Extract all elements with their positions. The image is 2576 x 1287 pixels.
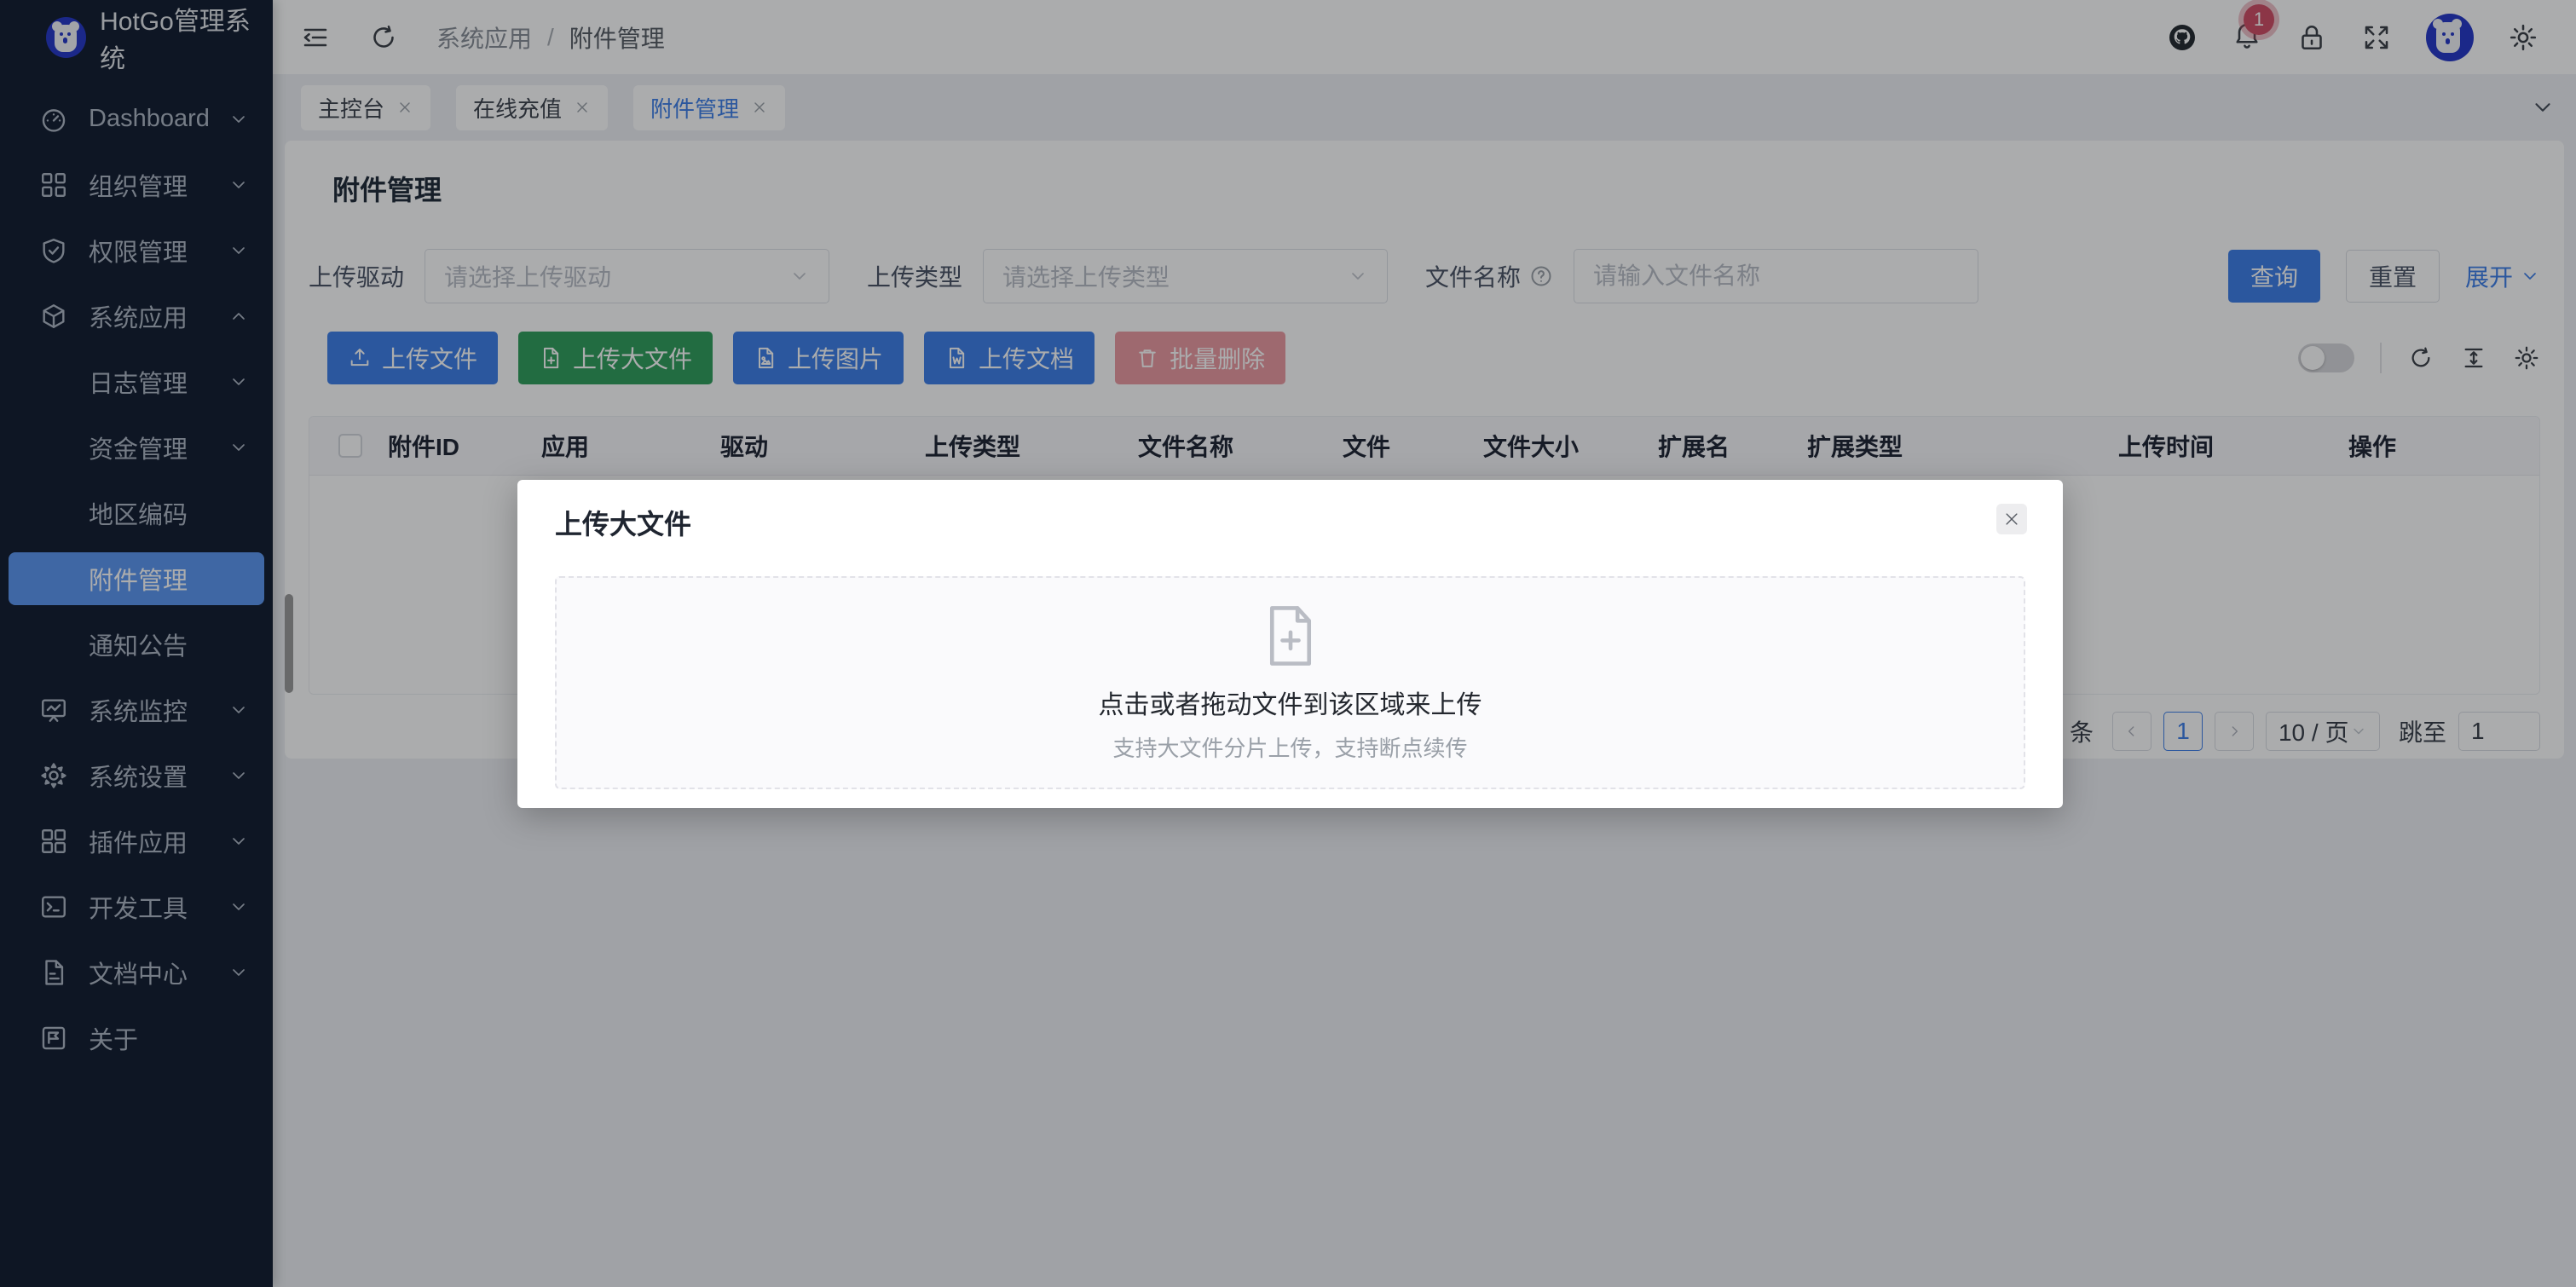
upload-big-file-modal: 上传大文件 点击或者拖动文件到该区域来上传 支持大文件分片上传，支持断点续传 bbox=[517, 480, 2063, 808]
dropzone-sub-text: 支持大文件分片上传，支持断点续传 bbox=[1112, 731, 1467, 763]
upload-dropzone[interactable]: 点击或者拖动文件到该区域来上传 支持大文件分片上传，支持断点续传 bbox=[555, 576, 2025, 789]
dropzone-main-text: 点击或者拖动文件到该区域来上传 bbox=[1099, 684, 1482, 721]
app-screen: HotGo管理系统 Dashboard 组织管理 权限管理 系统应用 bbox=[0, 0, 2576, 1287]
close-icon bbox=[2003, 511, 2020, 528]
file-add-icon bbox=[1262, 603, 1319, 668]
modal-title: 上传大文件 bbox=[555, 504, 2025, 541]
modal-close-button[interactable] bbox=[1996, 504, 2027, 534]
